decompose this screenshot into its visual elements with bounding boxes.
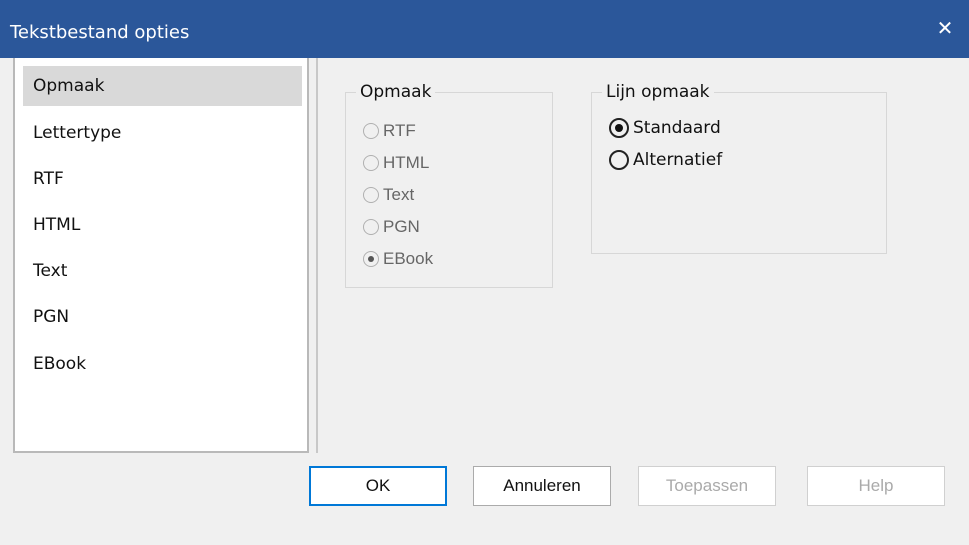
button-bar: OK Annuleren Toepassen Help <box>0 453 969 545</box>
ok-button[interactable]: OK <box>309 466 447 506</box>
radio-pgn[interactable]: PGN <box>363 213 420 241</box>
help-button[interactable]: Help <box>807 466 945 506</box>
sidebar-item-pgn[interactable]: PGN <box>23 297 302 337</box>
radio-label: PGN <box>383 217 420 236</box>
radio-text[interactable]: Text <box>363 181 414 209</box>
radio-label: Standaard <box>633 118 721 138</box>
radio-label: RTF <box>383 121 416 140</box>
radio-label: EBook <box>383 249 434 268</box>
sidebar-item-text[interactable]: Text <box>23 251 302 291</box>
radio-circle-icon <box>363 219 379 235</box>
line-format-group-legend: Lijn opmaak <box>602 82 714 102</box>
radio-circle-icon <box>363 123 379 139</box>
radio-label: HTML <box>383 153 430 172</box>
radio-circle-icon <box>363 251 379 267</box>
radio-circle-icon <box>363 155 379 171</box>
radio-html[interactable]: HTML <box>363 149 429 177</box>
format-group-legend: Opmaak <box>356 82 436 102</box>
sidebar-item-opmaak[interactable]: Opmaak <box>23 66 302 106</box>
title-bar: Tekstbestand opties ✕ <box>0 0 969 58</box>
radio-alternatief[interactable]: Alternatief <box>609 145 722 175</box>
line-format-group: Lijn opmaak Standaard Alternatief <box>591 82 887 254</box>
radio-rtf[interactable]: RTF <box>363 117 416 145</box>
cancel-button[interactable]: Annuleren <box>473 466 611 506</box>
radio-label: Alternatief <box>633 150 723 170</box>
apply-button[interactable]: Toepassen <box>638 466 776 506</box>
sidebar-item-html[interactable]: HTML <box>23 205 302 245</box>
radio-circle-icon <box>609 118 629 138</box>
sidebar-item-rtf[interactable]: RTF <box>23 159 302 199</box>
radio-circle-icon <box>363 187 379 203</box>
options-panel: Opmaak RTF HTML Text PGN EBook Lijn opma… <box>316 58 969 453</box>
radio-standaard[interactable]: Standaard <box>609 113 721 143</box>
window-title: Tekstbestand opties <box>10 22 190 43</box>
radio-ebook[interactable]: EBook <box>363 245 433 273</box>
format-group: Opmaak RTF HTML Text PGN EBook <box>345 82 553 288</box>
radio-label: Text <box>383 185 415 204</box>
radio-circle-icon <box>609 150 629 170</box>
close-icon[interactable]: ✕ <box>931 14 959 42</box>
sidebar-item-ebook[interactable]: EBook <box>23 344 302 384</box>
sidebar-item-lettertype[interactable]: Lettertype <box>23 113 302 153</box>
category-list: Opmaak Lettertype RTF HTML Text PGN EBoo… <box>13 58 309 453</box>
